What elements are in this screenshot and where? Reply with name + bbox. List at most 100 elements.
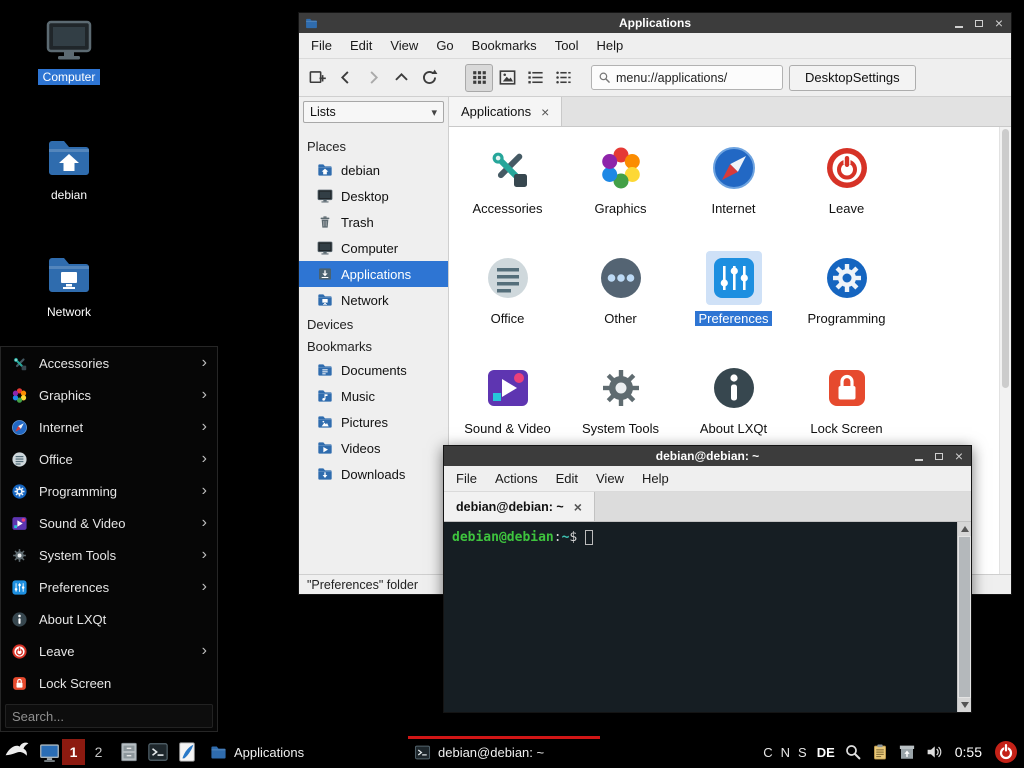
menu-item-internet[interactable]: Internet ›: [1, 411, 217, 443]
archive-updates-icon[interactable]: [898, 743, 916, 761]
back-button[interactable]: [331, 64, 359, 92]
workspace-2-button[interactable]: 2: [87, 739, 110, 765]
keyboard-layout-indicator[interactable]: DE: [817, 745, 835, 760]
refresh-button[interactable]: [415, 64, 443, 92]
menu-item-accessories[interactable]: Accessories ›: [1, 347, 217, 379]
clipboard-icon[interactable]: [871, 743, 889, 761]
sidebar-item-desktop[interactable]: Desktop: [299, 183, 448, 209]
power-button-icon[interactable]: [994, 740, 1018, 764]
sidebar-item-downloads[interactable]: Downloads: [299, 461, 448, 487]
scrollbar-thumb[interactable]: [959, 537, 970, 697]
menu-item-about-lxqt[interactable]: About LXQt: [1, 603, 217, 635]
fm-titlebar[interactable]: Applications ×: [299, 13, 1011, 33]
thumbnail-view-button[interactable]: [493, 64, 521, 92]
sidebar-item-trash[interactable]: Trash: [299, 209, 448, 235]
sidebar-item-videos[interactable]: Videos: [299, 435, 448, 461]
vertical-scrollbar[interactable]: [999, 127, 1011, 574]
sidebar-item-debian[interactable]: debian: [299, 157, 448, 183]
clock[interactable]: 0:55: [955, 744, 982, 760]
sidebar-item-documents[interactable]: Documents: [299, 357, 448, 383]
tab-applications[interactable]: Applications ×: [449, 97, 562, 126]
desktop: Computer debian Network Accessories › Gr…: [0, 0, 1024, 768]
menu-item-preferences[interactable]: Preferences ›: [1, 571, 217, 603]
menu-view[interactable]: View: [587, 471, 633, 486]
vertical-scrollbar[interactable]: [957, 522, 971, 712]
menu-file[interactable]: File: [447, 471, 486, 486]
menu-edit[interactable]: Edit: [547, 471, 587, 486]
show-desktop-button[interactable]: [36, 736, 62, 768]
app-icon-internet[interactable]: Internet: [677, 135, 790, 245]
system-tools-icon: [597, 364, 645, 412]
folder-icon: [210, 744, 227, 761]
scroll-up-button[interactable]: [958, 522, 971, 536]
taskbar-task-terminal[interactable]: debian@debian: ~: [408, 736, 600, 768]
desktop-icon-network[interactable]: Network: [27, 251, 111, 320]
start-menu-button[interactable]: [2, 736, 32, 768]
detailed-view-button[interactable]: [549, 64, 577, 92]
desktop-icon-debian[interactable]: debian: [27, 134, 111, 203]
sidebar-item-applications[interactable]: Applications: [299, 261, 448, 287]
menu-item-graphics[interactable]: Graphics ›: [1, 379, 217, 411]
menu-item-leave[interactable]: Leave ›: [1, 635, 217, 667]
menu-help[interactable]: Help: [633, 471, 678, 486]
launcher-text-editor[interactable]: [174, 736, 200, 768]
compact-view-button[interactable]: [521, 64, 549, 92]
volume-icon[interactable]: [925, 743, 943, 761]
menu-actions[interactable]: Actions: [486, 471, 547, 486]
app-icon-preferences[interactable]: Preferences: [677, 245, 790, 355]
desktop-settings-button[interactable]: DesktopSettings: [789, 65, 916, 91]
menu-edit[interactable]: Edit: [341, 38, 381, 53]
desktop-icon-computer[interactable]: Computer: [27, 16, 111, 85]
sidebar-item-pictures[interactable]: Pictures: [299, 409, 448, 435]
close-button[interactable]: ×: [989, 13, 1009, 33]
lists-combo[interactable]: Lists ▾: [303, 101, 444, 123]
lock-icon: [823, 364, 871, 412]
workspace-1-button[interactable]: 1: [62, 739, 85, 765]
sidebar-item-computer[interactable]: Computer: [299, 235, 448, 261]
sidebar-item-music[interactable]: Music: [299, 383, 448, 409]
tab-close-icon[interactable]: ×: [574, 499, 582, 515]
menu-file[interactable]: File: [302, 38, 341, 53]
menu-item-office[interactable]: Office ›: [1, 443, 217, 475]
app-icon-accessories[interactable]: Accessories: [451, 135, 564, 245]
up-button[interactable]: [387, 64, 415, 92]
minimize-button[interactable]: [949, 13, 969, 33]
menu-go[interactable]: Go: [427, 38, 462, 53]
scroll-down-button[interactable]: [958, 698, 971, 712]
launcher-file-manager[interactable]: [116, 736, 142, 768]
close-button[interactable]: ×: [949, 446, 969, 466]
app-icon-graphics[interactable]: Graphics: [564, 135, 677, 245]
app-icon-programming[interactable]: Programming: [790, 245, 903, 355]
maximize-button[interactable]: [929, 446, 949, 466]
icon-view-button[interactable]: [465, 64, 493, 92]
terminal-titlebar[interactable]: debian@debian: ~ ×: [444, 446, 971, 466]
terminal-tab[interactable]: debian@debian: ~ ×: [444, 492, 595, 521]
menu-item-sound-video[interactable]: Sound & Video ›: [1, 507, 217, 539]
menu-item-programming[interactable]: Programming ›: [1, 475, 217, 507]
maximize-button[interactable]: [969, 13, 989, 33]
terminal-icon: [147, 741, 169, 763]
minimize-button[interactable]: [909, 446, 929, 466]
sidebar-item-network[interactable]: Network: [299, 287, 448, 313]
menu-view[interactable]: View: [381, 38, 427, 53]
menu-item-system-tools[interactable]: System Tools ›: [1, 539, 217, 571]
screenshot-magnifier-icon[interactable]: [844, 743, 862, 761]
terminal-view[interactable]: debian@debian:~$: [444, 522, 971, 712]
address-bar[interactable]: menu://applications/: [591, 65, 783, 90]
keyboard-state-indicator[interactable]: C N S DE: [763, 745, 835, 760]
app-icon-office[interactable]: Office: [451, 245, 564, 355]
scrollbar-thumb[interactable]: [1002, 129, 1009, 388]
down-arrow-icon: [961, 702, 969, 708]
forward-button[interactable]: [359, 64, 387, 92]
menu-item-lock-screen[interactable]: Lock Screen: [1, 667, 217, 699]
launcher-terminal[interactable]: [145, 736, 171, 768]
new-window-button[interactable]: [303, 64, 331, 92]
menu-search-input[interactable]: [5, 704, 213, 728]
menu-tool[interactable]: Tool: [546, 38, 588, 53]
app-icon-leave[interactable]: Leave: [790, 135, 903, 245]
tab-close-icon[interactable]: ×: [541, 104, 549, 120]
app-icon-other[interactable]: Other: [564, 245, 677, 355]
taskbar-task-applications[interactable]: Applications: [204, 736, 352, 768]
menu-help[interactable]: Help: [588, 38, 633, 53]
menu-bookmarks[interactable]: Bookmarks: [463, 38, 546, 53]
